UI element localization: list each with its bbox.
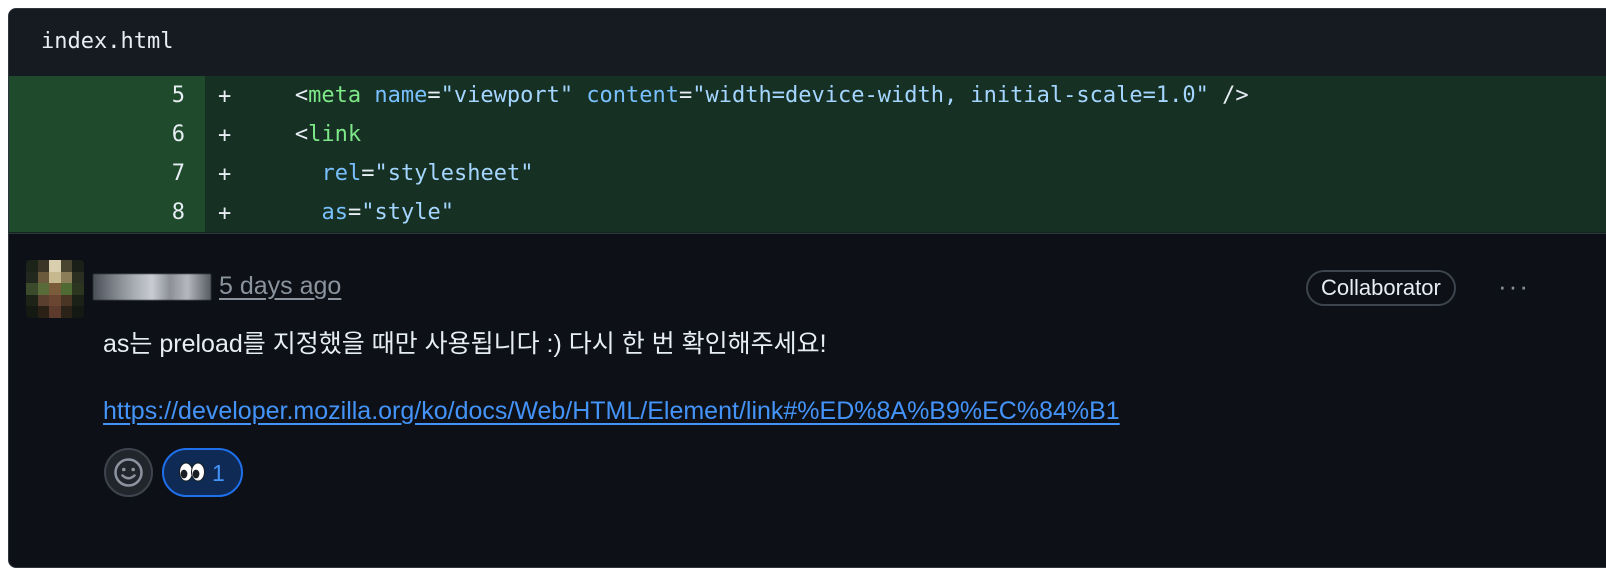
code-token: name (374, 83, 428, 108)
comment-timestamp[interactable]: 5 days ago (219, 272, 341, 301)
avatar-pixel (26, 294, 38, 307)
mdn-link[interactable]: https://developer.mozilla.org/ko/docs/We… (103, 397, 1120, 426)
line-number-gutter: 6 (9, 115, 205, 154)
more-options-button[interactable]: ··· (1494, 273, 1534, 304)
line-number-gutter: 8 (9, 193, 205, 232)
avatar-pixel (72, 271, 84, 284)
avatar-pixel (72, 260, 84, 272)
avatar-pixel (37, 260, 50, 272)
code-token: = (427, 83, 441, 108)
code-line: + <link (205, 115, 1606, 154)
added-marker: + (218, 84, 232, 109)
avatar[interactable] (26, 260, 84, 318)
eyes-reaction-button[interactable]: 1 (162, 448, 243, 497)
line-number[interactable]: 8 (172, 200, 185, 225)
added-marker: + (218, 123, 232, 148)
diff-line: 6 + <link (9, 115, 1606, 154)
code-line: + rel="stylesheet" (205, 154, 1606, 193)
avatar-pixel (49, 271, 61, 284)
avatar-pixel (49, 283, 61, 295)
code-token: as (321, 200, 349, 225)
comment-body: as는 preload를 지정했을 때만 사용됩니다 :) 다시 한 번 확인해… (103, 330, 827, 358)
author-name-redacted (93, 274, 211, 300)
code-token: meta (308, 83, 362, 108)
avatar-pixel (60, 306, 73, 318)
line-number[interactable]: 5 (172, 83, 185, 108)
avatar-pixel (37, 294, 50, 307)
added-marker: + (218, 162, 232, 187)
avatar-pixel (49, 294, 61, 307)
file-name[interactable]: index.html (41, 29, 173, 54)
pr-review-thread: index.html 5 + <meta name="viewport" conte… (8, 8, 1606, 568)
code-line: + <meta name="viewport" content="width=de… (205, 76, 1606, 115)
line-number-gutter: 7 (9, 154, 205, 193)
add-reaction-button[interactable] (104, 448, 153, 497)
added-marker: + (218, 201, 232, 226)
code-token: /> (1208, 83, 1249, 108)
code-token: = (348, 200, 362, 225)
line-number-gutter: 5 (9, 76, 205, 115)
diff-line: 5 + <meta name="viewport" content="width=d… (9, 76, 1606, 115)
code-text: <meta name="viewport" content="width=dev… (295, 83, 1249, 108)
avatar-pixel (37, 283, 50, 295)
eyes-icon (179, 462, 205, 482)
code-token: < (294, 122, 309, 147)
diff-line: 7 + rel="stylesheet" (9, 154, 1606, 193)
file-header: index.html (9, 9, 1606, 77)
avatar-pixel (37, 271, 50, 284)
reaction-count: 1 (212, 460, 225, 486)
code-line: + as="style" (205, 193, 1606, 232)
code-token: "width=device-width, initial-scale=1.0" (692, 83, 1209, 108)
line-number[interactable]: 6 (172, 122, 185, 147)
avatar-pixel (26, 271, 38, 284)
avatar-pixel (37, 306, 50, 318)
code-token: link (308, 122, 362, 147)
line-number[interactable]: 7 (172, 161, 185, 186)
code-text: as="style" (322, 200, 454, 225)
avatar-pixel (72, 283, 84, 295)
avatar-pixel (60, 271, 73, 284)
code-token: "viewport" (440, 83, 574, 108)
diff-hunk: 5 + <meta name="viewport" content="width=d… (9, 76, 1606, 234)
avatar-pixel (49, 306, 61, 318)
avatar-pixel (26, 283, 38, 295)
avatar-pixel (49, 260, 61, 272)
avatar-pixel (26, 306, 38, 318)
diff-line: 8 + as="style" (9, 193, 1606, 232)
avatar-pixel (60, 260, 73, 272)
collaborator-badge: Collaborator (1306, 270, 1456, 306)
code-token: "style" (361, 200, 454, 225)
avatar-pixel (72, 306, 84, 318)
code-token: = (679, 83, 693, 108)
code-token: = (361, 161, 375, 186)
code-token: < (294, 83, 309, 108)
code-text: <link (295, 122, 361, 147)
code-token: content (586, 83, 680, 108)
code-token: rel (321, 161, 362, 186)
code-token: "stylesheet" (374, 161, 534, 186)
smiley-icon (114, 458, 143, 487)
code-text: rel="stylesheet" (322, 161, 534, 186)
avatar-pixel (72, 294, 84, 307)
avatar-pixel (26, 260, 38, 272)
avatar-pixel (60, 294, 73, 307)
review-comment: 5 days ago Collaborator ··· as는 preload를… (9, 234, 1606, 534)
avatar-pixel (60, 283, 73, 295)
